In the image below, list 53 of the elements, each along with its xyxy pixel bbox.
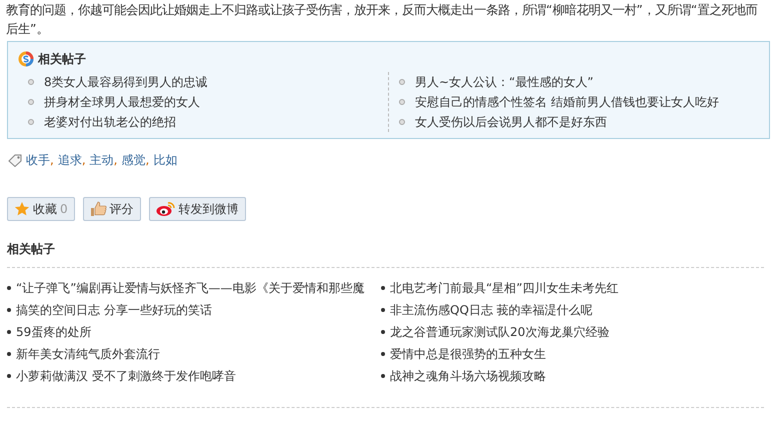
post-link[interactable]: 59蛋疼的处所 [16,321,92,343]
related-link[interactable]: 安慰自己的情感个性签名 结婚前男人借钱也要让女人吃好 [415,92,719,112]
tag-separator: , [145,152,150,169]
bullet-icon [399,99,405,105]
weibo-button[interactable]: 转发到微博 [148,197,246,221]
bullet-icon [7,352,11,356]
bullet-icon [7,308,11,312]
post-link[interactable]: 北电艺考门前最具“星相”四川女生未考先红 [390,277,618,299]
weibo-icon [156,201,176,217]
bullet-icon [381,330,385,334]
bullet-icon [399,79,405,85]
tag-separator: , [82,152,86,169]
tag-separator: , [50,152,54,169]
bullet-icon [399,119,405,125]
rate-button[interactable]: 评分 [82,197,141,221]
post-link[interactable]: 小萝莉做满汉 受不了刺激终于发作咆哮音 [16,365,236,387]
bullet-icon [28,99,34,105]
related-link[interactable]: 女人受伤以后会说男人都不是好东西 [415,112,607,132]
related-link[interactable]: 8类女人最容易得到男人的忠诚 [44,72,208,92]
tag-separator: , [114,152,118,169]
count-label: 0 [60,201,68,218]
section-title: 相关帖子 [6,241,56,258]
post-link[interactable]: 非主流伤感QQ日志 莪的幸福湜什么呢 [390,299,593,321]
post-link[interactable]: 新年美女清纯气质外套流行 [16,343,160,365]
bullet-icon [28,119,34,125]
post-link[interactable]: 龙之谷普通玩家测试队20次海龙巢穴经验 [390,321,610,343]
bullet-icon [7,286,11,290]
bullet-icon [381,352,385,356]
post-link[interactable]: 搞笑的空间日志 分享一些好玩的笑话 [16,299,212,321]
logo-icon [18,51,34,67]
star-icon [14,201,30,217]
post-link[interactable]: “让子弹飞”编剧再让爱情与妖怪齐飞——电影《关于爱情和那些魔 [16,277,364,299]
thumbs-up-icon [90,201,107,217]
post-link[interactable]: 战神之魂角斗场六场视频攻略 [390,365,546,387]
tag-link[interactable]: 主动 [90,151,114,169]
tag-icon [8,154,23,166]
related-link[interactable]: 拼身材全球男人最想爱的女人 [44,92,200,112]
tag-link[interactable]: 收手 [26,151,50,169]
tag-link[interactable]: 追求 [58,151,82,169]
bullet-icon [7,374,11,378]
panel-title: 相关帖子 [38,51,86,68]
article-paragraph: 教育的问题，你越可能会因此让婚姻走上不归路或让孩子受伤害，放开来，反而大概走出一条路，所谓“柳暗花明又一村”，又所谓“置之死地而后生”。 [5,1,758,38]
bullet-icon [381,308,385,312]
bullet-icon [7,330,11,334]
bullet-icon [381,286,385,290]
related-link[interactable]: 男人~女人公认：“最性感的女人” [415,72,594,92]
tag-link[interactable]: 比如 [153,151,178,169]
favorite-button[interactable]: 收藏 0 [7,197,75,221]
post-link[interactable]: 爱情中总是很强势的五种女生 [390,343,546,365]
related-link[interactable]: 老婆对付出轨老公的绝招 [44,112,176,132]
bullet-icon [28,79,34,85]
tag-link[interactable]: 感觉 [121,151,146,169]
bullet-icon [381,374,385,378]
